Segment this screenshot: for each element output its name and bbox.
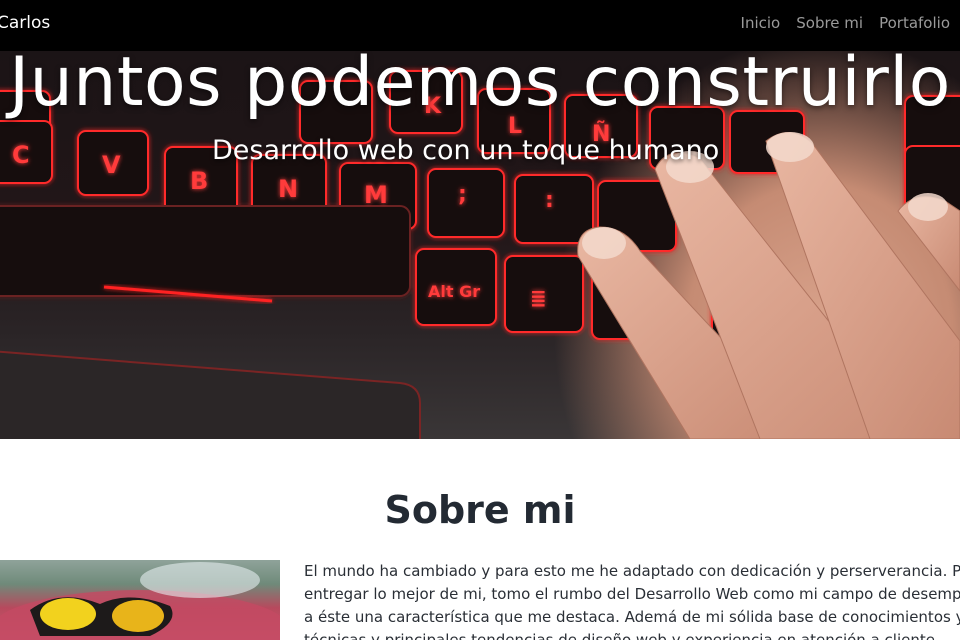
key-legend: N (278, 175, 298, 203)
about-text-line: El mundo ha cambiado y para esto me he a… (304, 562, 960, 580)
brand-link[interactable]: Carlos (0, 13, 50, 33)
nav-link-inicio[interactable]: Inicio (741, 14, 781, 32)
key-legend: : (545, 188, 554, 213)
key-legend: C (12, 141, 30, 169)
touchpad (0, 350, 421, 439)
nav-links: Inicio Sobre mi Portafolio (741, 14, 950, 32)
key-legend: ; (458, 182, 467, 207)
hero-title: Juntos podemos construirlo (9, 51, 951, 122)
fingernail (582, 227, 626, 259)
profile-photo-art (0, 562, 280, 640)
photo-shape (140, 562, 260, 598)
about-text-line: entregar lo mejor de mi, tomo el rumbo d… (304, 585, 960, 603)
hero-subtitle: Desarrollo web con un toque humano (212, 135, 720, 166)
navbar: Carlos Inicio Sobre mi Portafolio (0, 0, 960, 51)
key-legend: V (102, 151, 121, 179)
spacebar (0, 205, 411, 297)
key-legend: M (364, 181, 388, 209)
fingernail (908, 193, 948, 221)
key-legend: ≣ (530, 286, 547, 310)
key-shape (514, 174, 594, 244)
sunglasses-lens (40, 598, 96, 630)
about-text-line: a éste una característica que me destaca… (304, 608, 960, 626)
key-legend: Alt Gr (428, 282, 480, 301)
nav-link-portafolio[interactable]: Portafolio (879, 14, 950, 32)
hand (577, 132, 960, 439)
profile-photo (0, 560, 280, 640)
about-text-line: técnicas y principales tendencias de dis… (304, 631, 935, 640)
hero-banner: C V B N M K L Ñ ; : Alt Gr ≣ Juntos pode… (0, 51, 960, 439)
sunglasses-lens (112, 600, 164, 632)
fingernail (766, 132, 814, 162)
about-text: El mundo ha cambiado y para esto me he a… (304, 560, 960, 640)
about-heading: Sobre mi (384, 488, 576, 532)
key-legend: B (190, 167, 208, 195)
nav-link-sobre-mi[interactable]: Sobre mi (796, 14, 863, 32)
